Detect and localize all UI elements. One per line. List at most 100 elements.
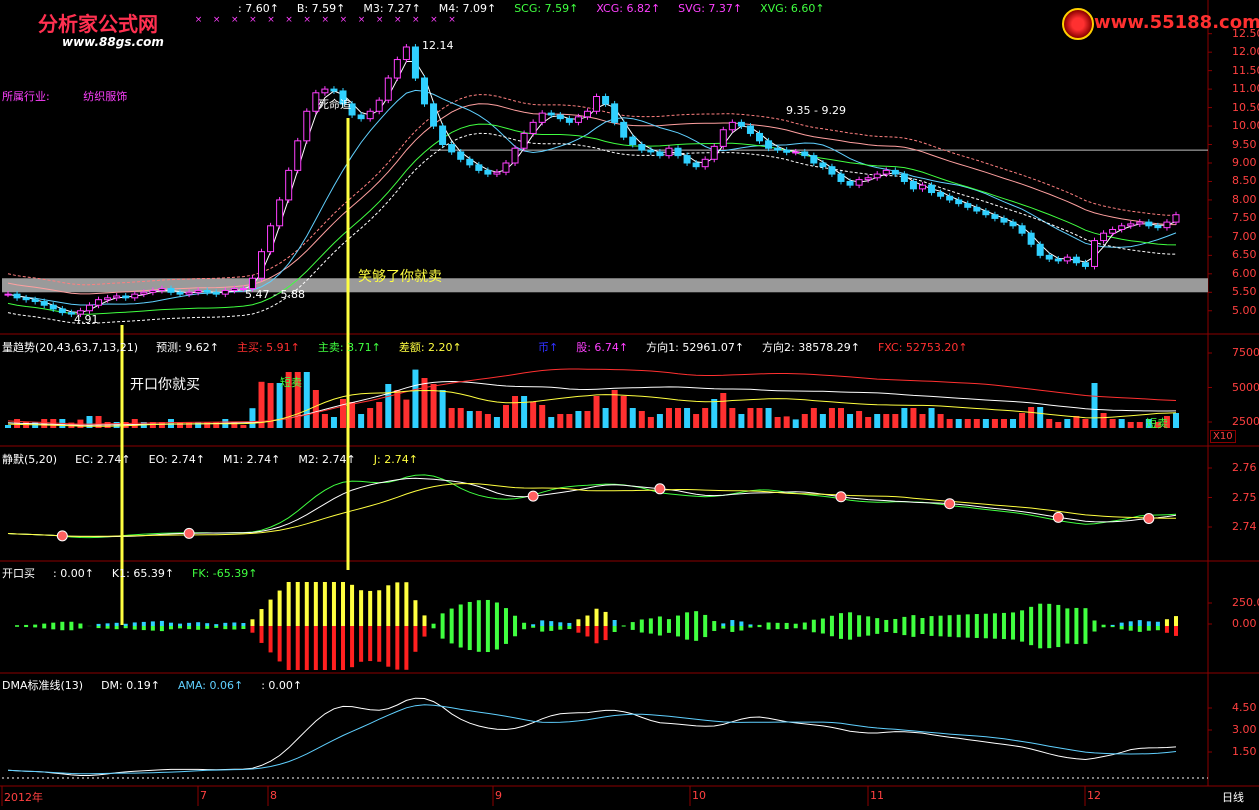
open-buy-bar-up <box>848 612 852 626</box>
volume-bar <box>594 396 600 428</box>
candle-body <box>1028 233 1034 244</box>
volume-bar <box>1110 419 1116 428</box>
volume-trend-right-value: 币↑ <box>538 341 558 354</box>
price-y-tick: 6.50 <box>1232 248 1257 261</box>
open-buy-bar-up <box>957 615 961 626</box>
candle-body <box>141 292 147 294</box>
open-buy-bar-down <box>214 626 218 628</box>
volume-bar <box>521 396 527 428</box>
period-label[interactable]: 日线 <box>1222 789 1244 805</box>
open-buy-bar-down <box>966 626 970 638</box>
range-low-annotation: 5.47 - 5.88 <box>245 288 305 301</box>
open-buy-bar-up <box>368 591 372 626</box>
open-buy-bar-down <box>595 626 599 643</box>
open-buy-bar-down <box>685 626 689 640</box>
open-buy-bar-down <box>513 626 517 636</box>
candle-body <box>5 294 11 295</box>
candle-body <box>1155 226 1161 228</box>
open-buy-bar-down <box>404 626 408 670</box>
candle-body <box>59 309 65 313</box>
ma-upper-line <box>8 95 1176 285</box>
open-buy-bar-up <box>522 623 526 626</box>
volume-bar <box>820 414 826 428</box>
open-buy-bar-up <box>69 622 73 626</box>
volume-bar <box>1028 407 1034 428</box>
quiet-title: 静默(5,20) <box>2 453 57 466</box>
price-y-tick: 9.50 <box>1232 138 1257 151</box>
volume-trend-header-right: 币↑股: 6.74↑方向1: 52961.07↑方向2: 38578.29↑FX… <box>530 339 978 355</box>
open-buy-bar-down <box>350 626 354 667</box>
open-buy-bar-up <box>676 616 680 626</box>
volume-bar <box>639 411 645 428</box>
open-buy-bar-up <box>1138 620 1142 626</box>
open-buy-bar-up <box>694 611 698 626</box>
open-buy-bar-down <box>540 626 544 632</box>
open-buy-bar-down <box>106 626 110 629</box>
open-buy-bar-up <box>33 625 37 626</box>
candle-body <box>1173 215 1179 222</box>
open-buy-bar-up <box>585 616 589 626</box>
candle-body <box>1101 233 1107 240</box>
open-buy-bar-up <box>187 623 191 626</box>
industry-label: 所属行业: <box>2 90 50 103</box>
signal-cross: × <box>448 15 456 25</box>
volume-bar <box>929 408 935 428</box>
candle-body <box>485 170 491 174</box>
candle-body <box>150 290 156 292</box>
price-header: : 7.60↑B: 7.59↑M3: 7.27↑M4: 7.09↑SCG: 7.… <box>230 2 835 15</box>
price-y-tick: 7.50 <box>1232 211 1257 224</box>
open-buy-bar-down <box>767 626 771 630</box>
open-buy-bar-down <box>1056 626 1060 647</box>
quiet-signal-dot <box>184 528 194 538</box>
open-buy-bar-up <box>866 616 870 626</box>
open-buy-bar-down <box>1102 626 1106 627</box>
candle-body <box>1128 224 1134 226</box>
volume-trend-right-value: FXC: 52753.20↑ <box>878 341 968 354</box>
candle-body <box>675 148 681 155</box>
candle-body <box>440 126 446 144</box>
open-buy-bar-up <box>42 624 46 626</box>
open-buy-bar-up <box>803 623 807 626</box>
open-buy-bar-up <box>930 616 934 626</box>
price-y-tick: 11.50 <box>1232 64 1259 77</box>
price-y-tick: 7.00 <box>1232 230 1257 243</box>
volume-bar <box>1046 419 1052 428</box>
price-y-tick: 11.00 <box>1232 82 1259 95</box>
candle-body <box>883 170 889 174</box>
candle-body <box>1082 263 1088 267</box>
candle-body <box>494 172 500 174</box>
volume-bar <box>938 414 944 428</box>
candle-body <box>114 296 120 298</box>
candle-body <box>992 215 998 219</box>
candle-body <box>159 289 165 291</box>
band-text: 笑够了你就卖 <box>358 266 442 286</box>
volume-bar <box>802 414 808 428</box>
candle-body <box>548 113 554 115</box>
volume-bar <box>1001 419 1007 428</box>
open-buy-bar-down <box>712 626 716 631</box>
open-buy-bar-down <box>33 626 37 627</box>
candle-body <box>1164 222 1170 228</box>
open-buy-bar-up <box>513 616 517 626</box>
candle-body <box>1137 222 1143 224</box>
open-buy-bar-down <box>604 626 608 640</box>
open-buy-bar-up <box>721 623 725 626</box>
open-buy-bar-up <box>902 617 906 626</box>
open-buy-bar-up <box>477 600 481 626</box>
volume-bar <box>838 408 844 428</box>
volume-bar <box>829 408 835 428</box>
open-buy-bar-down <box>386 626 390 667</box>
open-buy-bar-up <box>1038 604 1042 626</box>
candle-body <box>784 150 790 152</box>
open-buy-bar-up <box>857 615 861 626</box>
open-buy-bar-down <box>984 626 988 638</box>
signal-cross: × <box>249 15 257 25</box>
volume-trend-value: 主买: 5.91↑ <box>237 341 300 354</box>
open-buy-bar-up <box>939 616 943 626</box>
open-buy-bar-down <box>1111 626 1115 627</box>
quiet-y-tick: 2.75 <box>1232 491 1257 504</box>
open-buy-bar-down <box>169 626 173 629</box>
candle-body <box>919 185 925 189</box>
candle-body <box>603 96 609 103</box>
x-axis-label: 8 <box>270 789 277 802</box>
